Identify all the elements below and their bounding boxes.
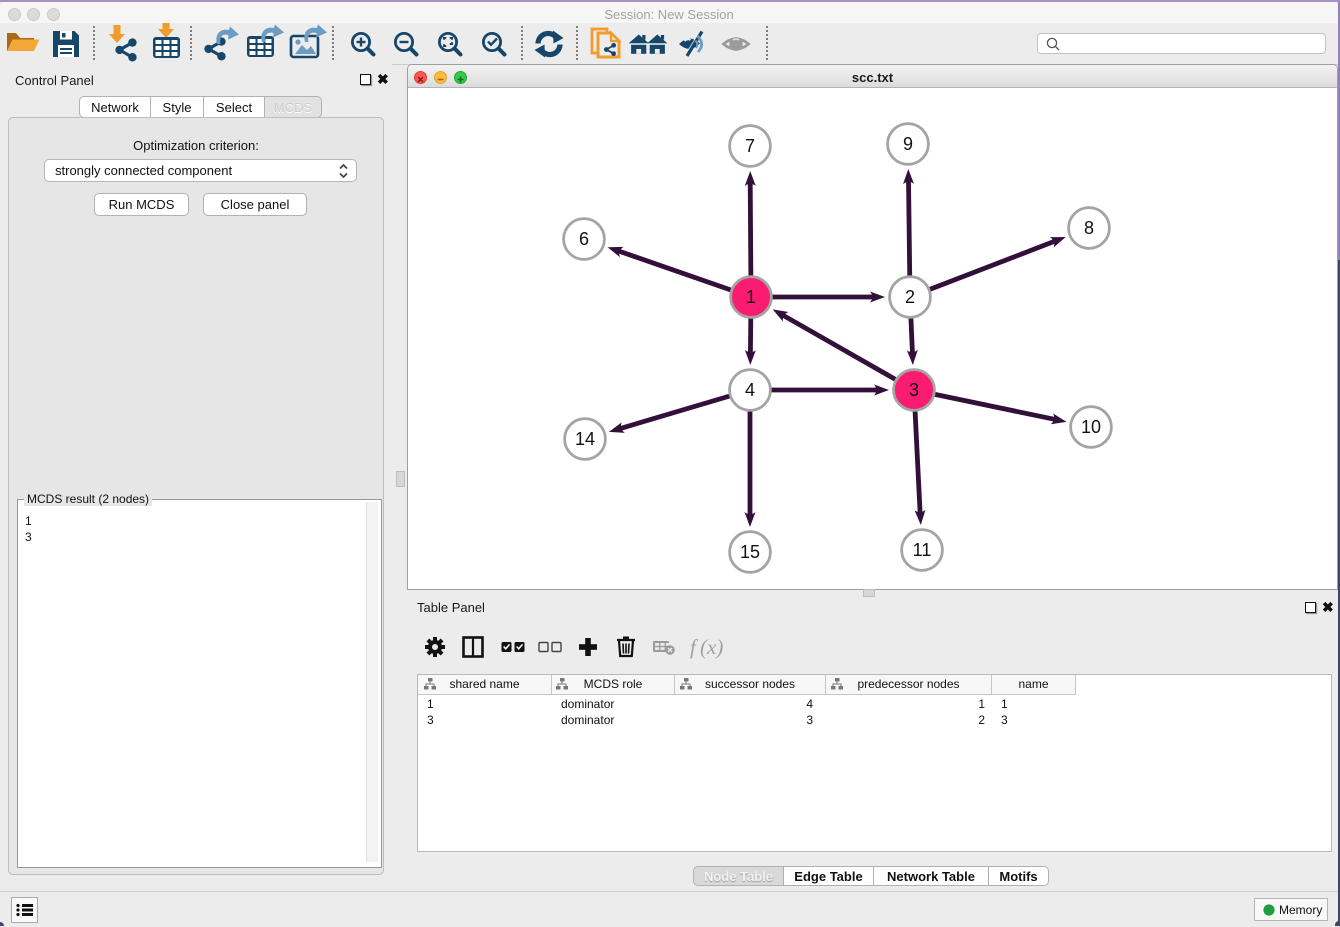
svg-text:11: 11 <box>913 540 932 560</box>
svg-text:4: 4 <box>745 380 755 400</box>
svg-text:1: 1 <box>746 287 756 307</box>
svg-text:6: 6 <box>579 229 589 249</box>
svg-text:3: 3 <box>909 380 919 400</box>
svg-text:14: 14 <box>575 429 595 449</box>
svg-text:7: 7 <box>745 136 755 156</box>
svg-text:10: 10 <box>1081 417 1101 437</box>
svg-text:2: 2 <box>905 287 915 307</box>
svg-text:15: 15 <box>740 542 760 562</box>
svg-text:8: 8 <box>1084 218 1094 238</box>
svg-text:9: 9 <box>903 134 913 154</box>
